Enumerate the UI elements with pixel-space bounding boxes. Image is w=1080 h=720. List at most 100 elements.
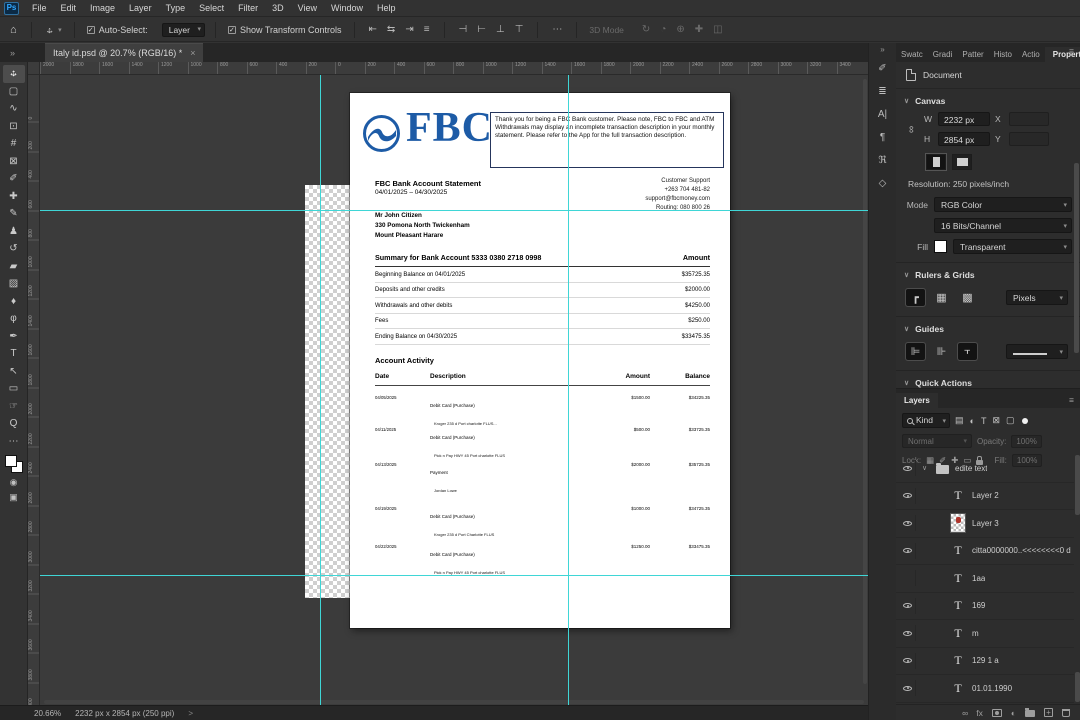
collapsed-panel-icon[interactable]: A| [878, 109, 887, 120]
canvas-horizontal-scrollbar[interactable] [44, 700, 864, 704]
canvas-area[interactable]: FBC Thank you for being a FBC Bank custo… [40, 75, 868, 705]
photoshop-logo-icon[interactable]: Ps [4, 1, 19, 15]
tool-button[interactable]: ↔ ↕ [2, 65, 25, 83]
tool-button[interactable]: φ [3, 310, 25, 328]
layer-row[interactable]: ∨ T Layer 3 [896, 510, 1074, 538]
menu-item[interactable]: Edit [54, 0, 84, 17]
panel-tab[interactable]: Swatc [896, 47, 928, 62]
ruler-units-dropdown[interactable]: Pixels [1006, 290, 1068, 305]
layers-panel-menu-icon[interactable]: ≡ [1069, 395, 1080, 408]
new-layer-icon[interactable]: + [1044, 708, 1053, 717]
panel-menu-icon[interactable]: ≡ [1069, 46, 1080, 59]
tool-button[interactable]: ✎ [3, 205, 25, 223]
landscape-orientation-button[interactable] [952, 154, 972, 170]
vertical-guide[interactable] [320, 75, 321, 705]
horizontal-guide[interactable] [40, 575, 868, 576]
move-tool-preset[interactable]: ↔ ↕ ▾ [36, 24, 70, 36]
more-options-icon[interactable]: ⋯ [552, 24, 562, 35]
menu-item[interactable]: Help [370, 0, 403, 17]
layers-tab[interactable]: Layers [896, 393, 938, 408]
distribute-icon[interactable]: ⊢ [477, 24, 486, 35]
layer-filter-type-icon[interactable]: T [981, 416, 987, 426]
vertical-guide[interactable] [568, 75, 569, 705]
visibility-toggle[interactable] [900, 652, 916, 669]
tool-button[interactable]: ▭ [3, 380, 25, 398]
visibility-toggle[interactable] [900, 542, 916, 559]
collapsed-panel-icon[interactable]: ≣ [878, 86, 886, 97]
quick-mask-icon[interactable]: ◉ [10, 477, 18, 488]
tool-button[interactable]: ▢ [3, 83, 25, 101]
tool-button[interactable]: ♟ [3, 223, 25, 241]
layer-row[interactable]: ∨ T 1aa [896, 565, 1074, 593]
menu-item[interactable]: 3D [265, 0, 291, 17]
visibility-toggle[interactable] [900, 515, 916, 532]
screen-mode-icon[interactable]: ▣ [9, 492, 18, 503]
align-icon[interactable]: ≡ [424, 24, 430, 35]
auto-select-checkbox[interactable]: ✓ Auto-Select: [79, 25, 156, 35]
tool-button[interactable]: ✚ [3, 188, 25, 206]
layer-row[interactable]: ∨ T m [896, 620, 1074, 648]
canvas-vertical-scrollbar[interactable] [863, 79, 867, 684]
document-page[interactable]: FBC Thank you for being a FBC Bank custo… [350, 93, 730, 628]
chevron-down-icon[interactable]: ∨ [904, 379, 909, 387]
ruler-origin[interactable] [28, 62, 40, 75]
tool-button[interactable]: ⊡ [3, 118, 25, 136]
visibility-toggle[interactable] [900, 597, 916, 614]
properties-scrollbar[interactable] [1074, 163, 1079, 353]
layer-row[interactable]: ∨ T 169 [896, 593, 1074, 620]
menu-item[interactable]: Image [83, 0, 122, 17]
toggle-pixel-grid-icon[interactable]: ▩ [958, 289, 977, 306]
panel-tab[interactable]: Gradi [928, 47, 958, 62]
menu-item[interactable]: View [291, 0, 324, 17]
distribute-icon[interactable]: ⊤ [515, 24, 524, 35]
tool-button[interactable]: ☞ [3, 398, 25, 416]
horizontal-guide[interactable] [40, 210, 868, 211]
visibility-toggle[interactable] [900, 487, 916, 504]
lock-guides-icon[interactable]: ⊪ [932, 343, 951, 360]
tool-button[interactable]: ✒ [3, 328, 25, 346]
layer-row[interactable]: ∨ T 129 1 a [896, 648, 1074, 675]
expand-panels-icon[interactable]: » [880, 45, 884, 54]
align-icon[interactable]: ⇤ [369, 24, 377, 35]
zoom-level-field[interactable]: 20.66% [34, 709, 61, 718]
panel-tab[interactable]: Actio [1017, 47, 1045, 62]
toggle-grid-icon[interactable]: ▦ [932, 289, 951, 306]
panel-tab[interactable]: Patter [957, 47, 988, 62]
panel-tab[interactable]: Histo [989, 47, 1017, 62]
tool-button[interactable]: ♦ [3, 293, 25, 311]
width-field[interactable]: 2232 px [938, 112, 990, 126]
chevron-down-icon[interactable]: ∨ [904, 325, 909, 333]
menu-item[interactable]: Layer [122, 0, 159, 17]
layer-filter-type-icon[interactable]: ▤ [955, 415, 964, 426]
collapsed-panel-icon[interactable]: ¶ [880, 132, 885, 143]
menu-item[interactable]: Window [324, 0, 370, 17]
layer-filter-dropdown[interactable]: Kind [902, 413, 950, 428]
color-mode-dropdown[interactable]: RGB Color [934, 197, 1072, 212]
adjustment-layer-icon[interactable]: ◐ [1011, 708, 1016, 718]
tool-button[interactable]: ⋯ [3, 433, 25, 451]
layers-scrollbar[interactable] [1075, 455, 1080, 515]
visibility-toggle[interactable] [900, 680, 916, 697]
tool-button[interactable]: ↺ [3, 240, 25, 258]
menu-item[interactable]: File [25, 0, 54, 17]
collapsed-panel-icon[interactable]: ℜ [878, 155, 886, 166]
edit-guides-icon[interactable]: ⫟ [957, 342, 978, 361]
align-icon[interactable]: ⇥ [405, 24, 413, 35]
tool-button[interactable]: Q [3, 415, 25, 433]
menu-item[interactable]: Type [159, 0, 193, 17]
new-group-icon[interactable] [1025, 708, 1035, 717]
tool-button[interactable]: ✐ [3, 170, 25, 188]
tool-button[interactable]: ↖ [3, 363, 25, 381]
layer-filter-type-icon[interactable]: ◐ [970, 416, 975, 426]
add-mask-icon[interactable] [991, 708, 1002, 717]
tab-overflow-icon[interactable]: » [0, 48, 23, 62]
delete-layer-icon[interactable] [1062, 708, 1070, 717]
height-field[interactable]: 2854 px [938, 132, 990, 146]
tool-button[interactable]: T [3, 345, 25, 363]
portrait-orientation-button[interactable] [925, 153, 947, 171]
layer-row[interactable]: ∨ T edite text [896, 455, 1074, 483]
menu-item[interactable]: Select [192, 0, 231, 17]
layer-row[interactable]: ∨ T 01.01.1990 [896, 675, 1074, 703]
collapsed-panel-icon[interactable]: ◇ [879, 178, 887, 189]
chevron-down-icon[interactable]: ∨ [904, 97, 909, 105]
